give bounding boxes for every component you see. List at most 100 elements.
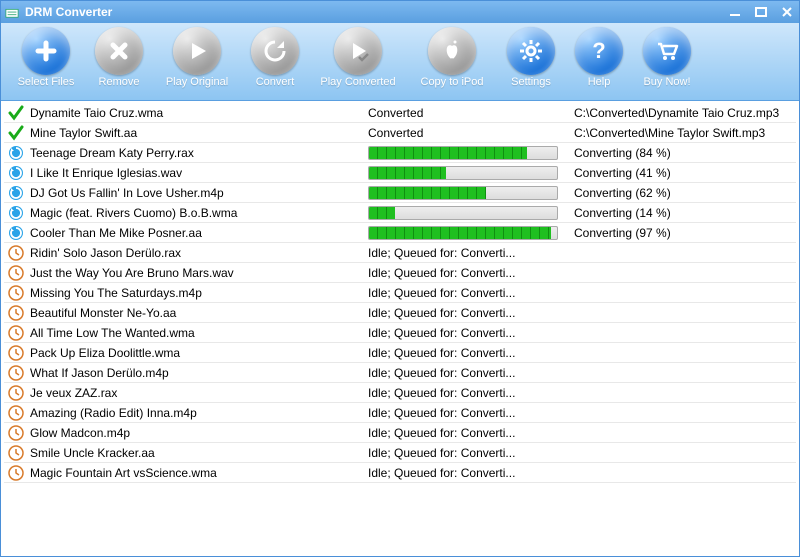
cart-icon — [643, 27, 691, 75]
toolbar-play-original[interactable]: Play Original — [153, 27, 241, 88]
table-row[interactable]: Beautiful Monster Ne-Yo.aa Idle; Queued f… — [4, 303, 796, 323]
table-row[interactable]: Cooler Than Me Mike Posner.aaConverting … — [4, 223, 796, 243]
table-row[interactable]: Ridin' Solo Jason Derülo.rax Idle; Queued… — [4, 243, 796, 263]
file-name: Mine Taylor Swift.aa — [30, 126, 137, 140]
queued-icon — [8, 345, 24, 361]
table-row[interactable]: Je veux ZAZ.rax Idle; Queued for: Convert… — [4, 383, 796, 403]
table-row[interactable]: Mine Taylor Swift.aa Converted C:\Converte… — [4, 123, 796, 143]
status-text: Idle; Queued for: Converti... — [368, 426, 515, 440]
toolbar-settings[interactable]: Settings — [497, 27, 565, 88]
status-text: Idle; Queued for: Converti... — [368, 386, 515, 400]
toolbar-copy-to-ipod[interactable]: Copy to iPod — [407, 27, 497, 88]
x-icon — [95, 27, 143, 75]
file-name: I Like It Enrique Iglesias.wav — [30, 166, 182, 180]
toolbar: Select Files Remove Play Original Convert Pl… — [1, 23, 799, 101]
app-window: DRM Converter Select Files Remove Play Ori… — [0, 0, 800, 557]
status-text: Idle; Queued for: Converti... — [368, 346, 515, 360]
convert-icon — [8, 165, 24, 181]
table-row[interactable]: Glow Madcon.m4p Idle; Queued for: Convert… — [4, 423, 796, 443]
toolbar-label: Settings — [501, 76, 561, 88]
queued-icon — [8, 405, 24, 421]
status-text: Converted — [368, 106, 423, 120]
toolbar-label: Convert — [245, 76, 305, 88]
question-icon — [575, 27, 623, 75]
table-row[interactable]: What If Jason Derülo.m4pIdle; Queued for… — [4, 363, 796, 383]
status-text: Idle; Queued for: Converti... — [368, 326, 515, 340]
toolbar-buy-now[interactable]: Buy Now! — [633, 27, 701, 88]
convert-icon — [8, 225, 24, 241]
file-name: Missing You The Saturdays.m4p — [30, 286, 202, 300]
status-text: Idle; Queued for: Converti... — [368, 366, 515, 380]
check-icon — [8, 105, 24, 121]
toolbar-help[interactable]: Help — [565, 27, 633, 88]
table-row[interactable]: Pack Up Eliza Doolittle.wma Idle; Queued … — [4, 343, 796, 363]
file-name: Je veux ZAZ.rax — [30, 386, 117, 400]
table-row[interactable]: Amazing (Radio Edit) Inna.m4p Idle; Queue… — [4, 403, 796, 423]
progress-bar — [368, 206, 558, 220]
toolbar-label: Play Original — [157, 76, 237, 88]
app-icon — [5, 5, 19, 19]
play-icon — [173, 27, 221, 75]
output-text: C:\Converted\Dynamite Taio Cruz.mp3 — [574, 106, 779, 120]
status-text: Idle; Queued for: Converti... — [368, 466, 515, 480]
title-bar[interactable]: DRM Converter — [1, 1, 799, 23]
file-name: Amazing (Radio Edit) Inna.m4p — [30, 406, 197, 420]
toolbar-play-converted[interactable]: Play Converted — [309, 27, 407, 88]
file-name: All Time Low The Wanted.wma — [30, 326, 195, 340]
toolbar-select-files[interactable]: Select Files — [7, 27, 85, 88]
table-row[interactable]: I Like It Enrique Iglesias.wav Converting… — [4, 163, 796, 183]
maximize-button[interactable] — [753, 5, 769, 19]
queued-icon — [8, 305, 24, 321]
status-text: Idle; Queued for: Converti... — [368, 246, 515, 260]
toolbar-label: Copy to iPod — [411, 76, 493, 88]
queued-icon — [8, 265, 24, 281]
file-name: Glow Madcon.m4p — [30, 426, 130, 440]
file-name: DJ Got Us Fallin' In Love Usher.m4p — [30, 186, 224, 200]
toolbar-remove[interactable]: Remove — [85, 27, 153, 88]
table-row[interactable]: Missing You The Saturdays.m4pIdle; Queue… — [4, 283, 796, 303]
convert-icon — [8, 185, 24, 201]
status-text: Idle; Queued for: Converti... — [368, 306, 515, 320]
apple-icon — [428, 27, 476, 75]
queued-icon — [8, 465, 24, 481]
table-row[interactable]: Magic (feat. Rivers Cuomo) B.o.B.wma Conv… — [4, 203, 796, 223]
status-text: Idle; Queued for: Converti... — [368, 446, 515, 460]
output-text: Converting (14 %) — [574, 206, 671, 220]
file-name: Dynamite Taio Cruz.wma — [30, 106, 163, 120]
file-name: Beautiful Monster Ne-Yo.aa — [30, 306, 176, 320]
status-text: Idle; Queued for: Converti... — [368, 406, 515, 420]
convert-icon — [8, 145, 24, 161]
table-row[interactable]: Smile Uncle Kracker.aa Idle; Queued for: … — [4, 443, 796, 463]
play-check-icon — [334, 27, 382, 75]
table-row[interactable]: DJ Got Us Fallin' In Love Usher.m4pConve… — [4, 183, 796, 203]
convert-icon — [8, 205, 24, 221]
file-name: Ridin' Solo Jason Derülo.rax — [30, 246, 181, 260]
progress-bar — [368, 146, 558, 160]
output-text: Converting (41 %) — [574, 166, 671, 180]
toolbar-label: Play Converted — [313, 76, 403, 88]
file-name: Pack Up Eliza Doolittle.wma — [30, 346, 180, 360]
queued-icon — [8, 425, 24, 441]
refresh-icon — [251, 27, 299, 75]
file-name: Magic (feat. Rivers Cuomo) B.o.B.wma — [30, 206, 237, 220]
table-row[interactable]: Just the Way You Are Bruno Mars.wavIdle;… — [4, 263, 796, 283]
status-text: Converted — [368, 126, 423, 140]
close-button[interactable] — [779, 5, 795, 19]
progress-bar — [368, 166, 558, 180]
queued-icon — [8, 445, 24, 461]
table-row[interactable]: All Time Low The Wanted.wma Idle; Queued … — [4, 323, 796, 343]
toolbar-label: Remove — [89, 76, 149, 88]
status-text: Idle; Queued for: Converti... — [368, 266, 515, 280]
table-row[interactable]: Teenage Dream Katy Perry.raxConverting (… — [4, 143, 796, 163]
output-text: C:\Converted\Mine Taylor Swift.mp3 — [574, 126, 765, 140]
file-name: Smile Uncle Kracker.aa — [30, 446, 155, 460]
table-row[interactable]: Magic Fountain Art vsScience.wmaIdle; Qu… — [4, 463, 796, 483]
file-name: Teenage Dream Katy Perry.rax — [30, 146, 194, 160]
toolbar-label: Buy Now! — [637, 76, 697, 88]
progress-bar — [368, 186, 558, 200]
toolbar-convert[interactable]: Convert — [241, 27, 309, 88]
file-list[interactable]: Dynamite Taio Cruz.wma Converted C:\Conver… — [3, 103, 797, 554]
minimize-button[interactable] — [727, 5, 743, 19]
output-text: Converting (97 %) — [574, 226, 671, 240]
table-row[interactable]: Dynamite Taio Cruz.wma Converted C:\Conver… — [4, 103, 796, 123]
